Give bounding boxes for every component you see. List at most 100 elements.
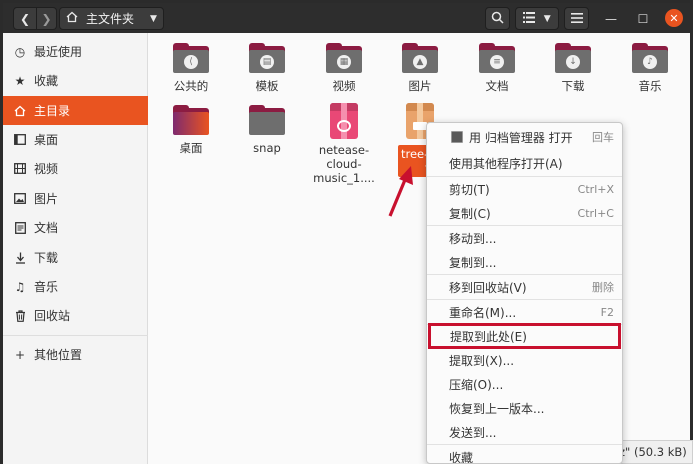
menu-item-label: 恢复到上一版本... <box>449 401 545 416</box>
sidebar-item-trash[interactable]: 回收站 <box>3 301 148 330</box>
menu-item-extract-here[interactable]: 提取到此处(E) <box>428 323 621 349</box>
menu-item-move-to[interactable]: 移动到... <box>427 226 622 250</box>
list-view-icon <box>523 11 536 26</box>
file-item-public[interactable]: ⟨ 公共的 <box>153 43 229 93</box>
menu-item-rename[interactable]: 重命名(M)... F2 <box>427 300 622 324</box>
maximize-button[interactable]: ☐ <box>635 11 651 27</box>
file-item-documents[interactable]: ≡ 文档 <box>459 43 535 93</box>
sidebar-item-videos[interactable]: 视频 <box>3 154 148 183</box>
sidebar: ◷ 最近使用 ★ 收藏 主目录 桌面 视频 图片 文档 下载 ♫ 音乐 回收站 … <box>3 33 148 464</box>
menu-item-copy[interactable]: 复制(C) Ctrl+C <box>427 201 622 225</box>
document-icon <box>13 221 27 235</box>
menu-item-restore-previous-version[interactable]: 恢复到上一版本... <box>427 396 622 420</box>
file-item-music[interactable]: ♪ 音乐 <box>612 43 688 93</box>
menu-item-compress[interactable]: 压缩(O)... <box>427 372 622 396</box>
file-label: 公共的 <box>173 79 209 93</box>
sidebar-item-label: 最近使用 <box>34 45 83 59</box>
sidebar-item-label: 文档 <box>34 221 59 235</box>
image-icon <box>13 192 27 206</box>
hamburger-icon <box>570 12 583 26</box>
back-button[interactable]: ❮ <box>13 7 37 30</box>
menu-item-star[interactable]: 收藏 <box>427 445 622 464</box>
sidebar-item-label: 音乐 <box>34 280 59 294</box>
music-folder-icon: ♪ <box>632 43 668 73</box>
menu-item-open-with-other[interactable]: 使用其他程序打开(A) <box>427 151 622 175</box>
desktop-icon <box>13 133 27 147</box>
menu-item-label: 用 归档管理器 打开 <box>469 130 573 145</box>
menu-item-copy-to[interactable]: 复制到... <box>427 250 622 274</box>
file-item-desktop[interactable]: 桌面 <box>153 105 229 155</box>
close-icon: ✕ <box>669 11 679 25</box>
maximize-icon: ☐ <box>637 12 649 26</box>
file-label: 图片 <box>408 79 432 93</box>
trash-icon <box>13 309 27 323</box>
minimize-button[interactable]: — <box>603 11 619 27</box>
file-item-downloads[interactable]: ↓ 下载 <box>535 43 611 93</box>
sidebar-item-home[interactable]: 主目录 <box>3 96 148 125</box>
deb-package-icon <box>330 103 358 139</box>
sidebar-item-starred[interactable]: ★ 收藏 <box>3 66 148 95</box>
menu-item-label: 提取到此处(E) <box>450 329 527 344</box>
file-label: 下载 <box>561 79 585 93</box>
sidebar-item-desktop[interactable]: 桌面 <box>3 125 148 154</box>
share-folder-icon: ⟨ <box>173 43 209 73</box>
menu-item-label: 发送到... <box>449 425 497 440</box>
sidebar-item-label: 回收站 <box>34 309 71 323</box>
downloads-folder-icon: ↓ <box>555 43 591 73</box>
sidebar-item-other-locations[interactable]: + 其他位置 <box>3 340 148 369</box>
sidebar-item-label: 图片 <box>34 192 59 206</box>
search-icon <box>491 11 504 27</box>
hamburger-menu-button[interactable] <box>564 7 589 30</box>
close-button[interactable]: ✕ <box>665 9 683 27</box>
sidebar-item-music[interactable]: ♫ 音乐 <box>3 272 148 301</box>
file-item-pictures[interactable]: ▲ 图片 <box>382 43 458 93</box>
search-button[interactable] <box>485 7 510 30</box>
file-label: 模板 <box>255 79 279 93</box>
file-label: 文档 <box>485 79 509 93</box>
sidebar-item-label: 其他位置 <box>34 348 83 362</box>
sidebar-item-pictures[interactable]: 图片 <box>3 184 148 213</box>
folder-icon <box>249 105 285 135</box>
caret-down-icon: ▼ <box>543 13 551 24</box>
menu-item-cut[interactable]: 剪切(T) Ctrl+X <box>427 177 622 201</box>
menu-item-send-to[interactable]: 发送到... <box>427 420 622 444</box>
documents-folder-icon: ≡ <box>479 43 515 73</box>
forward-button[interactable]: ❯ <box>37 7 57 30</box>
home-icon <box>66 11 78 26</box>
video-folder-icon: ▦ <box>326 43 362 73</box>
menu-item-extract-to[interactable]: 提取到(X)... <box>427 348 622 372</box>
sidebar-item-label: 视频 <box>34 162 59 176</box>
context-menu: 用 归档管理器 打开 回车 使用其他程序打开(A) 剪切(T) Ctrl+X 复… <box>426 122 623 464</box>
minimize-icon: — <box>605 12 617 26</box>
file-label: 音乐 <box>638 79 662 93</box>
menu-item-label: 剪切(T) <box>449 182 490 197</box>
view-options-button[interactable]: ▼ <box>515 7 559 30</box>
menu-item-label: 移动到... <box>449 231 497 246</box>
clock-icon: ◷ <box>14 44 26 59</box>
file-item-netease[interactable]: netease- cloud- music_1.... <box>306 103 382 185</box>
star-icon: ★ <box>14 73 26 88</box>
film-icon <box>13 162 27 176</box>
file-item-videos[interactable]: ▦ 视频 <box>306 43 382 93</box>
file-label: 视频 <box>332 79 356 93</box>
menu-item-label: 复制到... <box>449 255 497 270</box>
menu-item-accel: 回车 <box>592 131 614 144</box>
menu-item-label: 收藏 <box>449 450 474 464</box>
menu-item-move-to-trash[interactable]: 移到回收站(V) 删除 <box>427 275 622 299</box>
file-label: snap <box>253 141 281 155</box>
menu-item-open-with-archive-manager[interactable]: 用 归档管理器 打开 回车 <box>427 125 622 149</box>
archive-manager-icon <box>451 131 463 143</box>
sidebar-item-downloads[interactable]: 下载 <box>3 243 148 272</box>
desktop-folder-icon <box>173 105 209 135</box>
sidebar-item-label: 桌面 <box>34 133 59 147</box>
sidebar-item-recent[interactable]: ◷ 最近使用 <box>3 37 148 66</box>
red-arrow-annotation <box>388 166 413 217</box>
file-item-snap[interactable]: snap <box>229 105 305 155</box>
menu-item-accel: F2 <box>600 305 614 319</box>
plus-icon: + <box>14 347 26 362</box>
menu-item-label: 复制(C) <box>449 206 491 221</box>
path-bar-button[interactable]: 主文件夹 ▼ <box>59 7 164 30</box>
sidebar-item-documents[interactable]: 文档 <box>3 213 148 242</box>
file-item-templates[interactable]: ▤ 模板 <box>229 43 305 93</box>
file-label: netease- cloud- music_1.... <box>313 143 375 185</box>
